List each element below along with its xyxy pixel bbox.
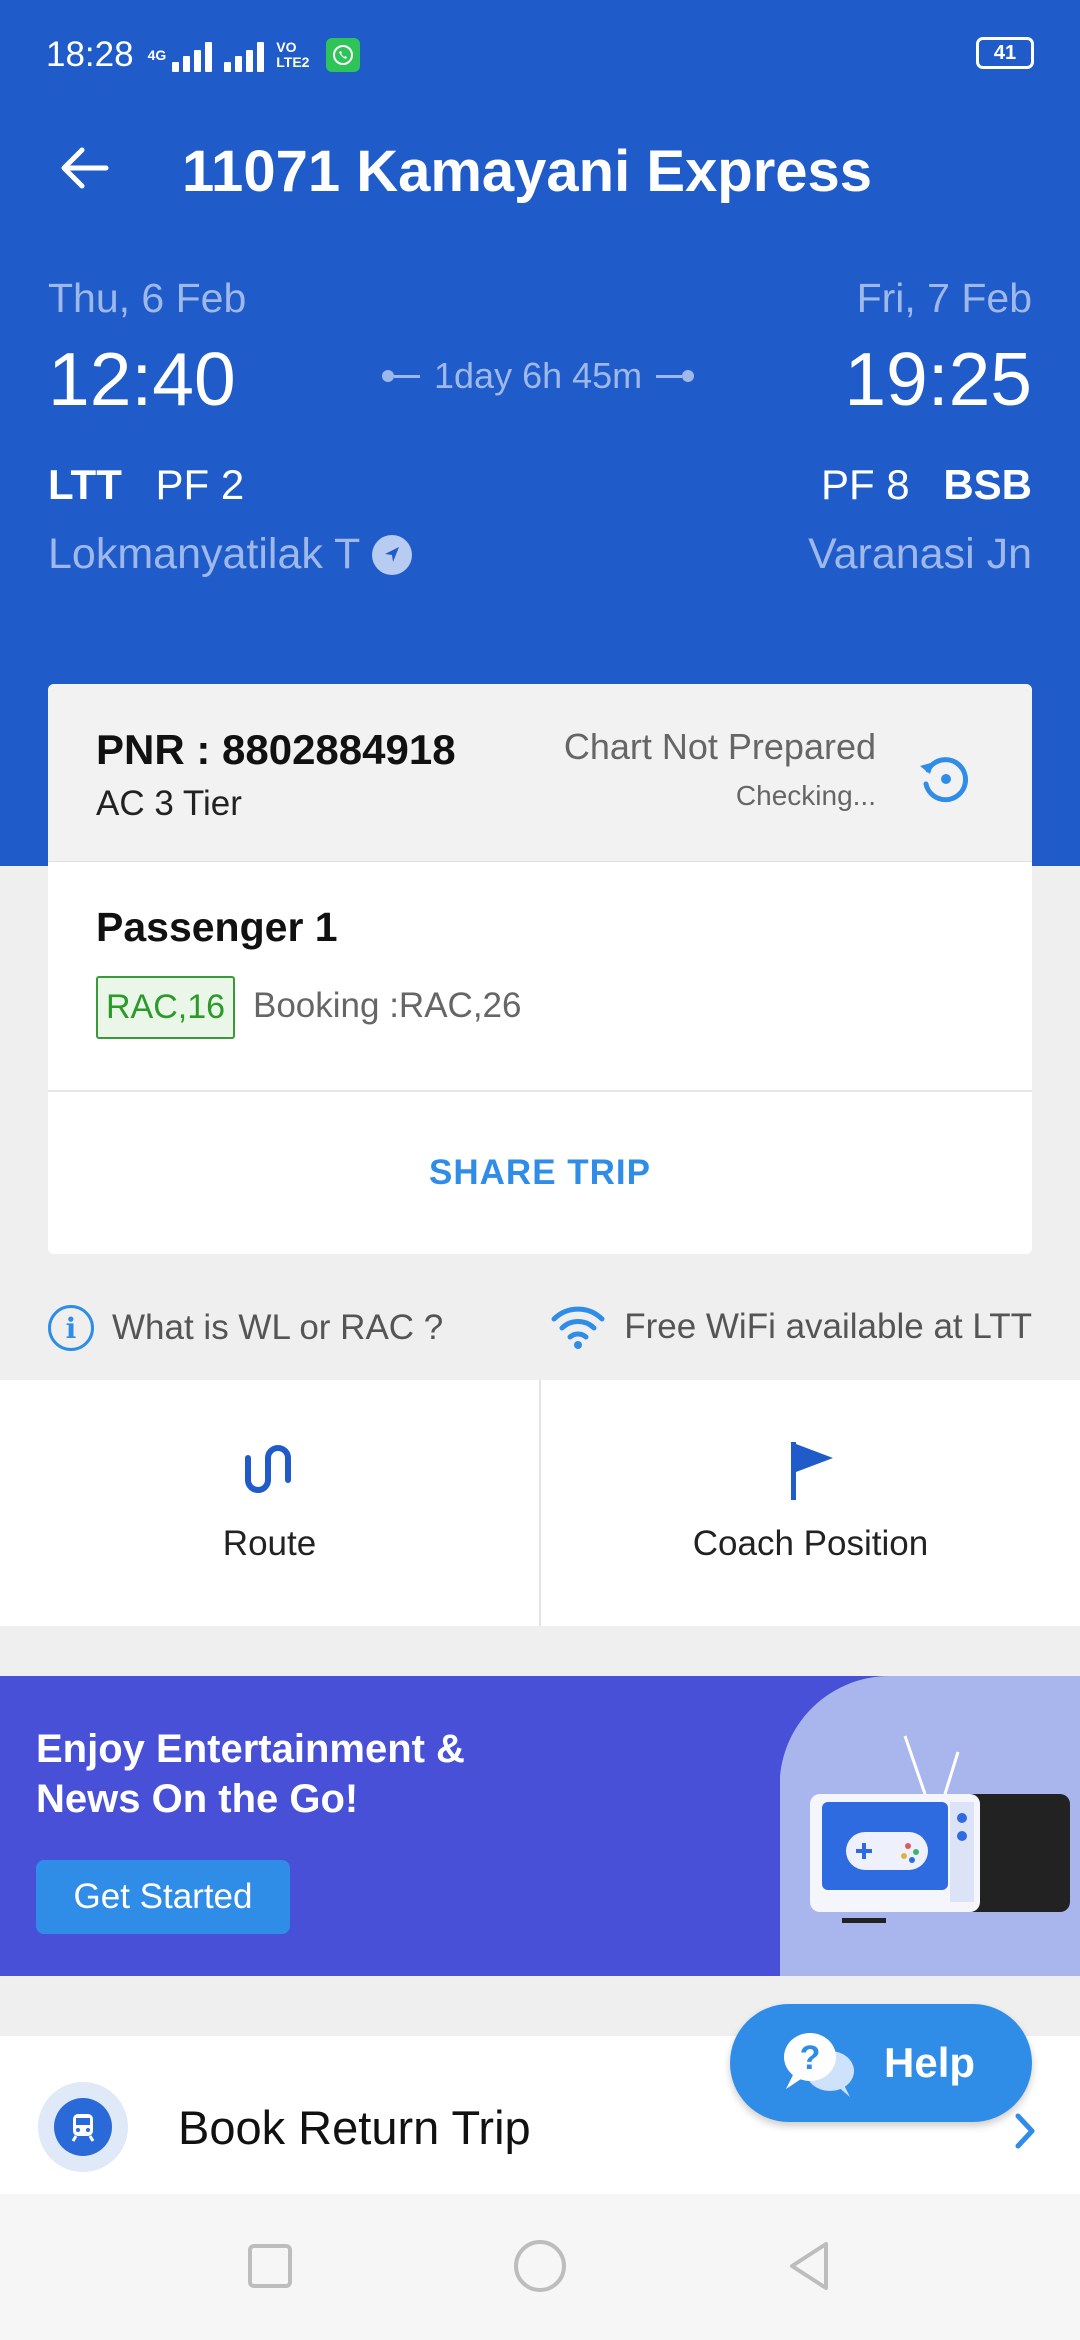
coach-position-tile[interactable]: Coach Position [539, 1380, 1080, 1626]
duration-text: 1day 6h 45m [434, 355, 643, 396]
pnr-section: PNR : 8802884918 AC 3 Tier Chart Not Pre… [48, 684, 1032, 862]
duration-line-left [382, 370, 420, 382]
signal-icon-2 [224, 38, 268, 72]
help-label: Help [884, 2039, 976, 2086]
arrival-station-name: Varanasi Jn [808, 530, 1032, 578]
coach-position-label: Coach Position [692, 1524, 929, 1563]
volte-indicator: VO LTE2 [276, 39, 310, 70]
arrival-time: 19:25 [844, 337, 1032, 421]
battery-level: 41 [993, 41, 1017, 64]
refresh-icon[interactable] [914, 748, 974, 808]
train-title: 11071 Kamayani Express [182, 139, 873, 204]
route-label: Route [222, 1524, 317, 1563]
wifi-label: Free WiFi available at LTT [624, 1307, 1032, 1346]
duration-line-right [656, 370, 695, 382]
arrival-date: Fri, 7 Feb [856, 275, 1032, 321]
battery-icon: 41 [976, 37, 1034, 69]
arrival-platform: PF 8 [820, 461, 910, 508]
quick-actions: Route Coach Position [0, 1380, 1080, 1626]
chevron-right-icon [1015, 2113, 1035, 2149]
train-icon [38, 2082, 128, 2172]
wifi-icon [551, 1306, 605, 1349]
route-tile[interactable]: Route [0, 1380, 539, 1626]
departure-time: 12:40 [48, 337, 236, 421]
departure-station-name: Lokmanyatilak T [48, 530, 361, 578]
checking-status: Checking... [735, 780, 876, 811]
flag-icon [790, 1442, 833, 1500]
share-trip-button[interactable]: SHARE TRIP [48, 1092, 1032, 1254]
navigation-icon[interactable] [372, 534, 413, 575]
travel-class: AC 3 Tier [96, 784, 242, 823]
svg-text:?: ? [800, 2039, 821, 2077]
departure-date: Thu, 6 Feb [48, 275, 247, 321]
passenger-name: Passenger 1 [96, 904, 338, 950]
home-icon[interactable] [512, 2238, 568, 2294]
arrival-station-code: PF 8 BSB [821, 461, 1032, 509]
wl-rac-label: What is WL or RAC ? [112, 1308, 444, 1347]
back-nav-icon[interactable] [782, 2238, 838, 2294]
book-return-trip-label: Book Return Trip [178, 2101, 531, 2154]
wifi-info: Free WiFi available at LTT [550, 1305, 1032, 1349]
departure-code: LTT [48, 461, 122, 508]
status-bar: 18:28 4G VO LTE2 [46, 30, 361, 80]
chart-status: Chart Not Prepared [563, 726, 876, 767]
entertainment-banner[interactable]: Enjoy Entertainment & News On the Go! Ge… [0, 1676, 1080, 1976]
arrival-code: BSB [943, 461, 1032, 508]
journey-duration: 1day 6h 45m [382, 355, 695, 397]
pnr-number: PNR : 8802884918 [96, 726, 456, 773]
system-nav-bar [0, 2194, 1080, 2340]
booking-card: PNR : 8802884918 AC 3 Tier Chart Not Pre… [48, 684, 1032, 1254]
departure-station-code: LTT PF 2 [48, 461, 244, 509]
departure-platform: PF 2 [155, 461, 245, 508]
route-icon [244, 1445, 291, 1493]
signal-icon [172, 38, 216, 72]
get-started-button[interactable]: Get Started [36, 1860, 290, 1934]
wl-rac-info-link[interactable]: i What is WL or RAC ? [48, 1305, 443, 1351]
whatsapp-icon [326, 38, 361, 72]
departure-station[interactable]: Lokmanyatilak T [48, 530, 413, 579]
info-icon: i [48, 1305, 94, 1351]
help-chat-icon: ? [784, 2033, 854, 2097]
booking-status: Booking :RAC,26 [253, 986, 522, 1025]
current-status-badge: RAC,16 [96, 976, 236, 1039]
arrow-left-icon[interactable] [56, 140, 112, 196]
tv-gamepad-illustration [780, 1676, 1080, 1976]
banner-title: Enjoy Entertainment & News On the Go! [36, 1727, 465, 1821]
help-button[interactable]: ? Help [730, 2004, 1032, 2122]
recent-apps-icon[interactable] [242, 2238, 298, 2294]
status-time: 18:28 [46, 35, 134, 74]
network-type: 4G [147, 46, 167, 63]
